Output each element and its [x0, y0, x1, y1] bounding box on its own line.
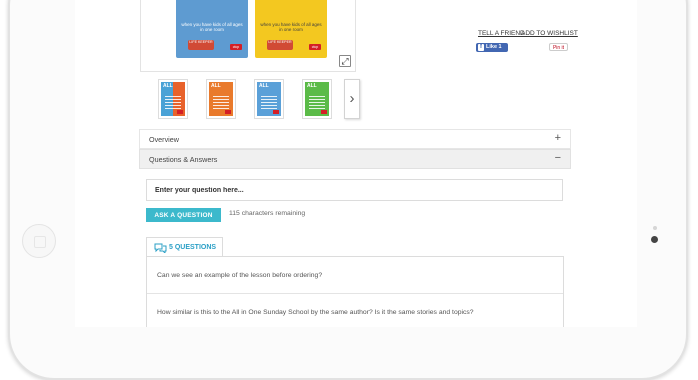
pinterest-button[interactable]: Pin it: [549, 43, 568, 51]
questions-answers-accordion[interactable]: Questions & Answers −: [139, 149, 571, 169]
questions-list: Can we see an example of the lesson befo…: [146, 256, 564, 327]
question-item[interactable]: How similar is this to the All in One Su…: [147, 294, 563, 327]
home-button[interactable]: [22, 224, 56, 258]
facebook-like-button[interactable]: f Like 1: [476, 43, 508, 52]
question-text: Can we see an example of the lesson befo…: [157, 272, 323, 279]
cover-badge: LIFE KEEPER: [267, 40, 293, 50]
thumbnail-title: ALL: [307, 83, 317, 89]
questions-tab[interactable]: 5 QUESTIONS: [146, 237, 223, 257]
overview-accordion[interactable]: Overview +: [139, 129, 571, 149]
thumbnail-title: ALL: [211, 83, 221, 89]
cover-logo: ctcp: [230, 44, 242, 50]
cover-tagline: when you have kids of all ages in one ro…: [260, 22, 322, 32]
screen: when you have kids of all ages in one ro…: [75, 0, 637, 327]
minus-icon[interactable]: −: [555, 153, 561, 164]
expand-icon[interactable]: ⤢: [339, 55, 351, 67]
main-image-frame: when you have kids of all ages in one ro…: [140, 0, 356, 72]
tell-a-friend-link[interactable]: TELL A FRIEND: [478, 30, 525, 37]
question-item[interactable]: Can we see an example of the lesson befo…: [147, 257, 563, 294]
question-input[interactable]: [146, 179, 563, 201]
sensor-dot: [653, 226, 657, 230]
question-text: How similar is this to the All in One Su…: [157, 309, 474, 316]
product-cover-image: when you have kids of all ages in one ro…: [176, 0, 248, 58]
thumbnail-title: ALL: [259, 83, 269, 89]
thumbnail[interactable]: ALL: [206, 79, 236, 119]
facebook-like-label: Like 1: [486, 44, 502, 50]
questions-count: 5 QUESTIONS: [169, 244, 217, 251]
ask-question-button[interactable]: ASK A QUESTION: [146, 208, 221, 222]
speech-bubbles-icon: [154, 243, 167, 253]
characters-remaining: 115 characters remaining: [229, 210, 306, 217]
questions-answers-label: Questions & Answers: [149, 155, 218, 164]
facebook-icon: f: [478, 44, 484, 51]
thumbnail[interactable]: ALL: [158, 79, 188, 119]
thumbnail[interactable]: ALL: [254, 79, 284, 119]
cover-tagline: when you have kids of all ages in one ro…: [181, 22, 243, 32]
chevron-right-icon[interactable]: ›: [344, 79, 360, 119]
overview-label: Overview: [149, 135, 179, 144]
camera-icon: [651, 236, 658, 243]
add-to-wishlist-link[interactable]: ADD TO WISHLIST: [521, 30, 578, 37]
plus-icon[interactable]: +: [555, 133, 561, 144]
product-cover-image: when you have kids of all ages in one ro…: [255, 0, 327, 58]
cover-badge: LIFE KEEPER: [188, 40, 214, 50]
cover-logo: ctcp: [309, 44, 321, 50]
thumbnail[interactable]: ALL: [302, 79, 332, 119]
thumbnail-title: ALL: [163, 83, 173, 89]
